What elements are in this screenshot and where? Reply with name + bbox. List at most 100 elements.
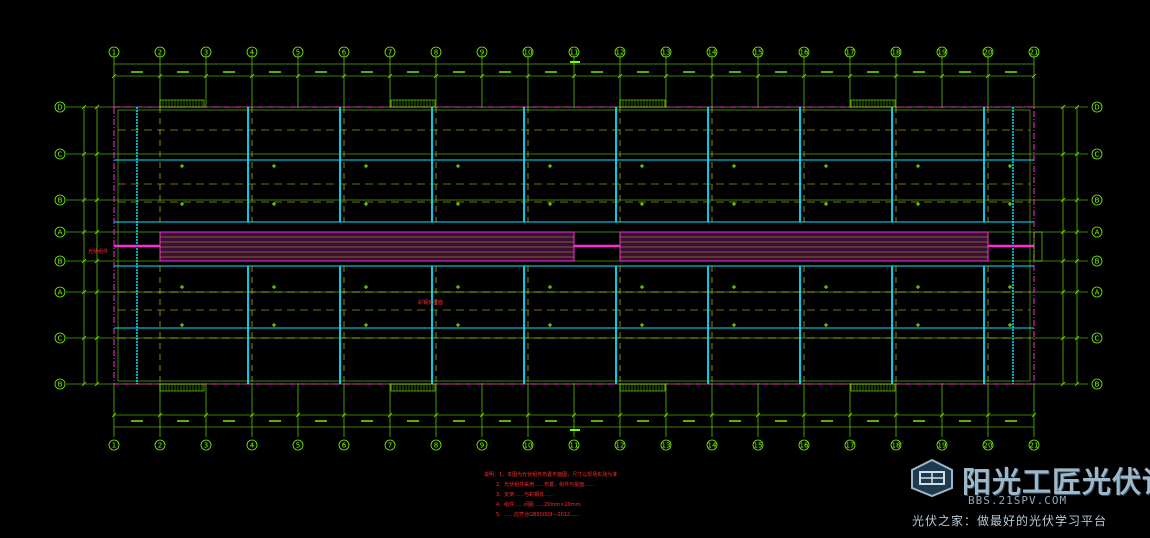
note-line: 3、支架……与彩钢瓦…… [496, 491, 554, 498]
dimension-value-mark [453, 71, 465, 73]
dimension-value-mark [959, 420, 971, 422]
axis-bubble-label: D [1094, 103, 1099, 111]
axis-bubble-label: 4 [250, 441, 255, 449]
dimension-value-mark [131, 420, 143, 422]
dimension-value-mark [361, 71, 373, 73]
axis-bubble-label: 7 [388, 441, 392, 449]
dimension-value-mark [821, 71, 833, 73]
dimension-value-mark [545, 71, 557, 73]
dimension-value-mark [223, 420, 235, 422]
axis-bubble-label: 11 [570, 48, 579, 56]
center-plan-label: 彩钢瓦屋面 [418, 299, 443, 306]
axis-bubble-label: A [58, 228, 63, 236]
dimension-value-mark [683, 71, 695, 73]
dimension-value-mark [269, 420, 281, 422]
axis-bubble-label: B [58, 380, 63, 388]
dimension-value-mark [131, 71, 143, 73]
dimension-value-mark [545, 420, 557, 422]
dimension-value-mark [775, 420, 787, 422]
overall-dimension-mark [570, 61, 580, 63]
dimension-value-mark [913, 420, 925, 422]
axis-bubble-label: 2 [158, 441, 162, 449]
axis-bubble-label: 15 [754, 441, 763, 449]
axis-bubble-label: 4 [250, 48, 255, 56]
axis-bubble-label: 18 [892, 48, 901, 56]
dimension-value-mark [499, 71, 511, 73]
axis-bubble-label: 13 [662, 441, 671, 449]
axis-bubble-label: 8 [434, 441, 438, 449]
dimension-value-mark [269, 71, 281, 73]
dimension-value-mark [867, 420, 879, 422]
dimension-value-mark [315, 420, 327, 422]
dimension-value-mark [637, 420, 649, 422]
axis-bubble-label: C [1095, 334, 1100, 342]
axis-bubble-label: 20 [984, 441, 993, 449]
entry-hatch-top [850, 99, 896, 108]
axis-bubble-label: A [1095, 288, 1100, 296]
axis-bubble-label: 18 [892, 441, 901, 449]
axis-bubble-label: 5 [296, 441, 300, 449]
axis-bubble-label: 3 [204, 441, 208, 449]
dimension-value-mark [821, 420, 833, 422]
axis-bubble-label: C [58, 150, 63, 158]
red-side-label: 光伏组件 [88, 248, 108, 255]
note-line: 说明：1、本图为光伏组件布置平面图，尺寸以现场实测为准 [484, 471, 617, 478]
axis-bubble-label: 17 [846, 48, 855, 56]
forum-watermark: 阳光工匠光伏论坛 BBS.21SPV.COM 光伏之家：做最好的光伏学习平台 [910, 455, 1150, 535]
axis-bubble-label: 11 [570, 441, 579, 449]
overall-dimension-mark [570, 429, 580, 431]
axis-bubble-label: 6 [342, 48, 347, 56]
dimension-value-mark [1005, 420, 1017, 422]
axis-bubble-label: B [58, 196, 63, 204]
forum-logo-icon [911, 458, 953, 498]
dimension-value-mark [591, 71, 603, 73]
axis-bubble-label: 15 [754, 48, 763, 56]
note-line: 2、光伏组件采用……布置，组件与屋面…… [496, 481, 594, 488]
dimension-value-mark [499, 420, 511, 422]
axis-bubble-label: 14 [708, 48, 717, 56]
axis-bubble-label: B [1095, 196, 1100, 204]
axis-bubble-label: 1 [112, 441, 116, 449]
dimension-value-mark [453, 420, 465, 422]
axis-bubble-label: 6 [342, 441, 347, 449]
entry-hatch-bottom [850, 383, 896, 392]
axis-bubble-label: 5 [296, 48, 300, 56]
axis-bubble-label: 12 [616, 48, 625, 56]
dimension-value-mark [913, 71, 925, 73]
axis-bubble-label: 9 [480, 48, 484, 56]
dimension-value-mark [729, 420, 741, 422]
entry-hatch-bottom [619, 383, 666, 392]
axis-bubble-label: 13 [662, 48, 671, 56]
roof-plan [113, 99, 1043, 392]
entry-hatch-bottom [390, 383, 436, 392]
dimension-value-mark [407, 71, 419, 73]
dimension-value-mark [683, 420, 695, 422]
axis-bubble-label: 19 [938, 441, 947, 449]
axis-bubble-label: 9 [480, 441, 484, 449]
entry-hatch-top [390, 99, 436, 108]
dimension-value-mark [177, 420, 189, 422]
axis-bubble-label: 10 [524, 48, 533, 56]
axis-bubble-label: 16 [800, 48, 809, 56]
ridge-band-left [159, 231, 575, 262]
axis-bubble-label: 3 [204, 48, 208, 56]
dimension-value-mark [177, 71, 189, 73]
axis-bubble-label: 1 [112, 48, 116, 56]
watermark-slogan: 光伏之家：做最好的光伏学习平台 [912, 514, 1108, 528]
axis-bubble-label: A [1095, 228, 1100, 236]
dimension-value-mark [223, 71, 235, 73]
axis-bubble-label: 7 [388, 48, 392, 56]
axis-bubble-label: D [57, 103, 62, 111]
axis-bubble-label: C [58, 334, 63, 342]
axis-bubble-label: 19 [938, 48, 947, 56]
dimension-value-mark [637, 71, 649, 73]
dimension-value-mark [407, 420, 419, 422]
dimension-value-mark [315, 71, 327, 73]
axis-bubble-label: 14 [708, 441, 717, 449]
axis-bubble-label: C [1095, 150, 1100, 158]
axis-bubble-label: 21 [1030, 441, 1039, 449]
dimension-value-mark [591, 420, 603, 422]
dimension-value-mark [959, 71, 971, 73]
ridge-band-right [619, 231, 989, 262]
axis-bubble-label: 17 [846, 441, 855, 449]
